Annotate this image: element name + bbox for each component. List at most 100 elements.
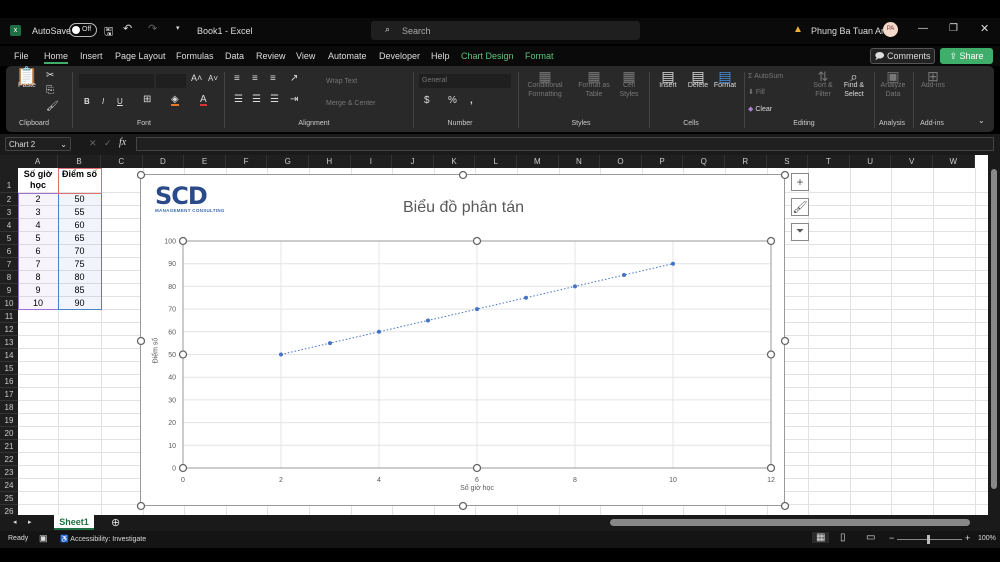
decrease-font-icon[interactable]: A˅ [208,74,218,83]
column-header-V[interactable]: V [891,155,933,168]
row-header-2[interactable]: 2 [0,193,18,206]
column-header-C[interactable]: C [101,155,143,168]
cell-styles-button[interactable]: ▦ Cell Styles [616,69,642,99]
column-header-P[interactable]: P [641,155,684,168]
cell[interactable]: 4 [18,219,58,232]
row-header-7[interactable]: 7 [0,258,18,271]
delete-cells-button[interactable]: ▤ Delete [683,69,713,90]
prev-sheet-icon[interactable]: ◂ [13,518,17,526]
collapse-ribbon-icon[interactable]: ⌄ [978,116,985,125]
accessibility-button[interactable]: ♿ Accessibility: Investigate [60,535,146,543]
redo-icon[interactable]: ↷ [148,22,157,35]
cell[interactable]: 7 [18,258,58,271]
macro-record-icon[interactable]: ▣ [39,533,48,544]
undo-icon[interactable]: ↶ [123,22,132,35]
row-header-24[interactable]: 24 [0,479,18,492]
row-header-8[interactable]: 8 [0,271,18,284]
tab-developer[interactable]: Developer [379,51,420,61]
chart-styles-button[interactable]: 🖌 [791,198,809,216]
cell[interactable]: 50 [58,193,101,206]
row-header-23[interactable]: 23 [0,466,18,479]
restore-button[interactable]: ❐ [949,23,958,34]
font-size-select[interactable] [156,74,186,88]
cell[interactable]: 2 [18,193,58,206]
column-header-K[interactable]: K [433,155,476,168]
merge-center-button[interactable]: Merge & Center [326,99,375,108]
cell[interactable]: 80 [58,271,101,284]
tab-formulas[interactable]: Formulas [176,51,214,61]
row-header-14[interactable]: 14 [0,349,18,362]
row-header-19[interactable]: 19 [0,414,18,427]
tab-view[interactable]: View [296,51,315,61]
tab-automate[interactable]: Automate [328,51,367,61]
align-center-icon[interactable]: ☰ [252,95,261,105]
save-icon[interactable]: 🖫 [104,23,113,42]
column-header-J[interactable]: J [392,155,434,168]
currency-icon[interactable]: $ [424,96,430,106]
close-button[interactable]: ✕ [980,22,989,35]
avatar[interactable]: PA [883,22,898,37]
select-all-corner[interactable] [0,155,18,168]
tab-format[interactable]: Format [525,51,554,61]
warning-icon[interactable]: ▲ [793,24,803,35]
row-header-20[interactable]: 20 [0,427,18,440]
comments-button[interactable]: 🗩 Comments [870,48,935,64]
percent-icon[interactable]: % [448,96,457,106]
column-header-W[interactable]: W [933,155,975,168]
orientation-icon[interactable]: ↗ [290,74,298,84]
insert-cells-button[interactable]: ▤ Insert [653,69,683,90]
cell[interactable]: 75 [58,258,101,271]
cell[interactable]: 65 [58,232,101,245]
cell[interactable]: 3 [18,206,58,219]
fill-button[interactable]: ⬇ Fill [748,88,765,97]
row-header-15[interactable]: 15 [0,362,18,375]
comma-icon[interactable]: , [470,96,473,106]
column-header-F[interactable]: F [225,155,268,168]
format-cells-button[interactable]: ▤ Format [710,69,740,90]
cell[interactable]: 85 [58,284,101,297]
find-select-button[interactable]: ⌕ Find & Select [839,70,869,99]
align-bottom-icon[interactable]: ≡ [270,74,276,84]
borders-icon[interactable]: ⊞ [143,95,151,105]
align-top-icon[interactable]: ≡ [234,74,240,84]
add-sheet-button[interactable]: ⊕ [111,516,120,529]
row-header-1[interactable]: 1 [0,168,18,193]
column-header-S[interactable]: S [766,155,809,168]
align-right-icon[interactable]: ☰ [270,95,279,105]
cell[interactable]: Điểm số [58,169,101,193]
row-header-25[interactable]: 25 [0,492,18,505]
cell[interactable]: 5 [18,232,58,245]
font-name-select[interactable] [79,74,154,88]
tab-page-layout[interactable]: Page Layout [115,51,166,61]
row-header-26[interactable]: 26 [0,505,18,515]
column-header-O[interactable]: O [600,155,642,168]
column-header-E[interactable]: E [184,155,226,168]
cell[interactable]: 8 [18,271,58,284]
italic-button[interactable]: I [102,97,104,106]
next-sheet-icon[interactable]: ▸ [28,518,32,526]
cell[interactable]: 55 [58,206,101,219]
fill-color-icon[interactable]: ◈ [171,95,179,106]
row-header-12[interactable]: 12 [0,323,18,336]
zoom-slider[interactable] [897,535,962,544]
cell[interactable]: 10 [18,297,58,310]
enter-icon[interactable]: ✓ [104,138,112,149]
autosave-toggle[interactable]: Off [69,23,97,37]
increase-font-icon[interactable]: A˄ [191,74,202,83]
wrap-text-button[interactable]: Wrap Text [326,77,357,86]
normal-view-button[interactable]: ▦ [812,532,830,543]
column-header-I[interactable]: I [350,155,393,168]
analyze-data-button[interactable]: ▣ Analyze Data [878,69,908,99]
cell[interactable]: 90 [58,297,101,310]
cell[interactable]: 60 [58,219,101,232]
cell[interactable]: 70 [58,245,101,258]
horizontal-scrollbar[interactable] [610,519,970,526]
paste-button[interactable]: 📋 Paste [14,67,40,90]
zoom-level[interactable]: 100% [978,535,996,542]
column-header-G[interactable]: G [267,155,309,168]
customize-qat-icon[interactable]: ▾ [176,24,180,32]
tab-data[interactable]: Data [225,51,244,61]
column-header-L[interactable]: L [475,155,517,168]
number-format-select[interactable]: General [419,74,511,88]
cell[interactable]: 9 [18,284,58,297]
